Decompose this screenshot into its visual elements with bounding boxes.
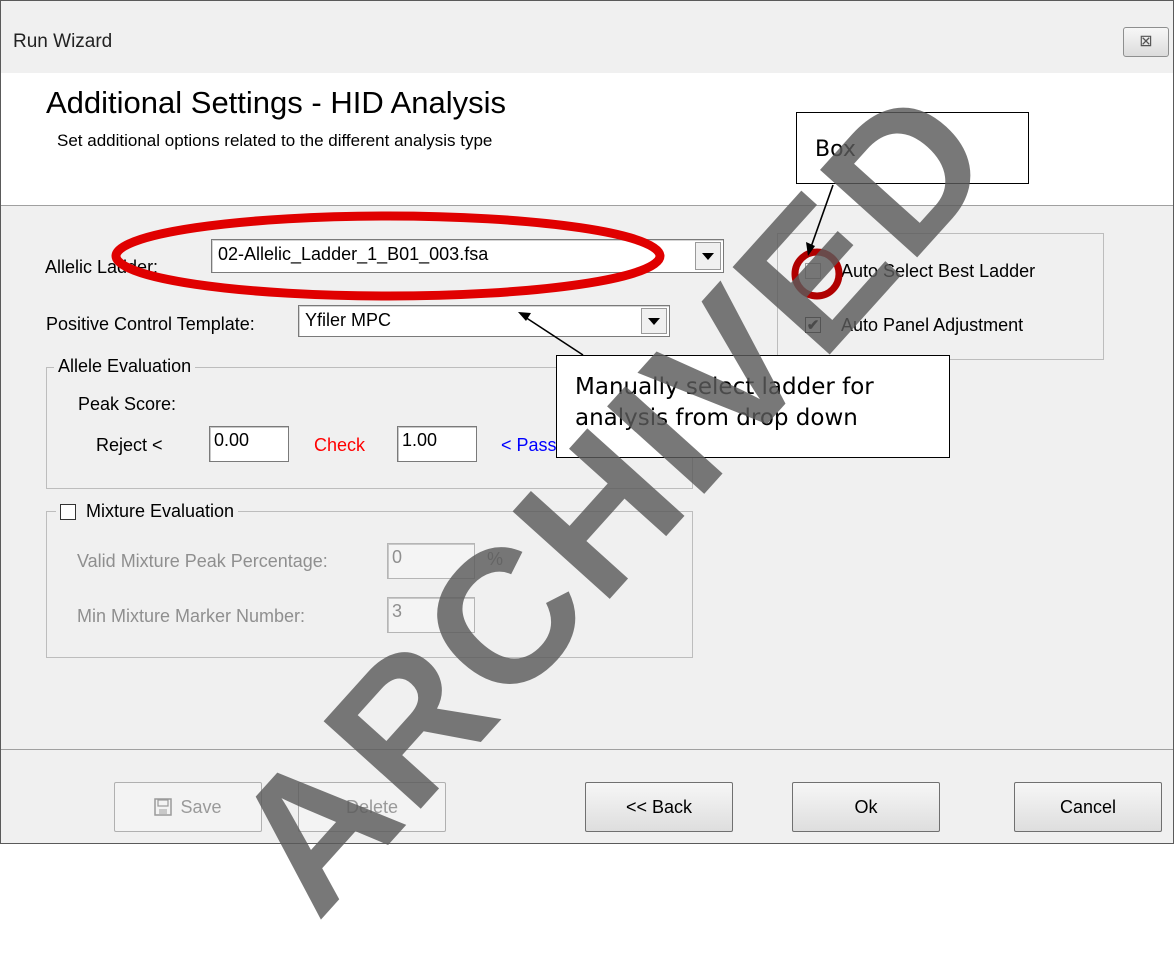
ladder-highlight-ellipse: [111, 211, 665, 301]
manual-callout-line-2: analysis from drop down: [575, 405, 858, 431]
manual-select-callout: Manually select ladder for analysis from…: [556, 355, 950, 458]
checkbox-highlight-circle: [791, 248, 843, 300]
manual-callout-line-1: Manually select ladder for: [575, 374, 874, 400]
box-callout-arrow: [810, 184, 834, 248]
box-callout: Box: [796, 112, 1029, 184]
dropdown-callout-arrow: [524, 316, 584, 356]
box-callout-text: Box: [815, 137, 856, 162]
